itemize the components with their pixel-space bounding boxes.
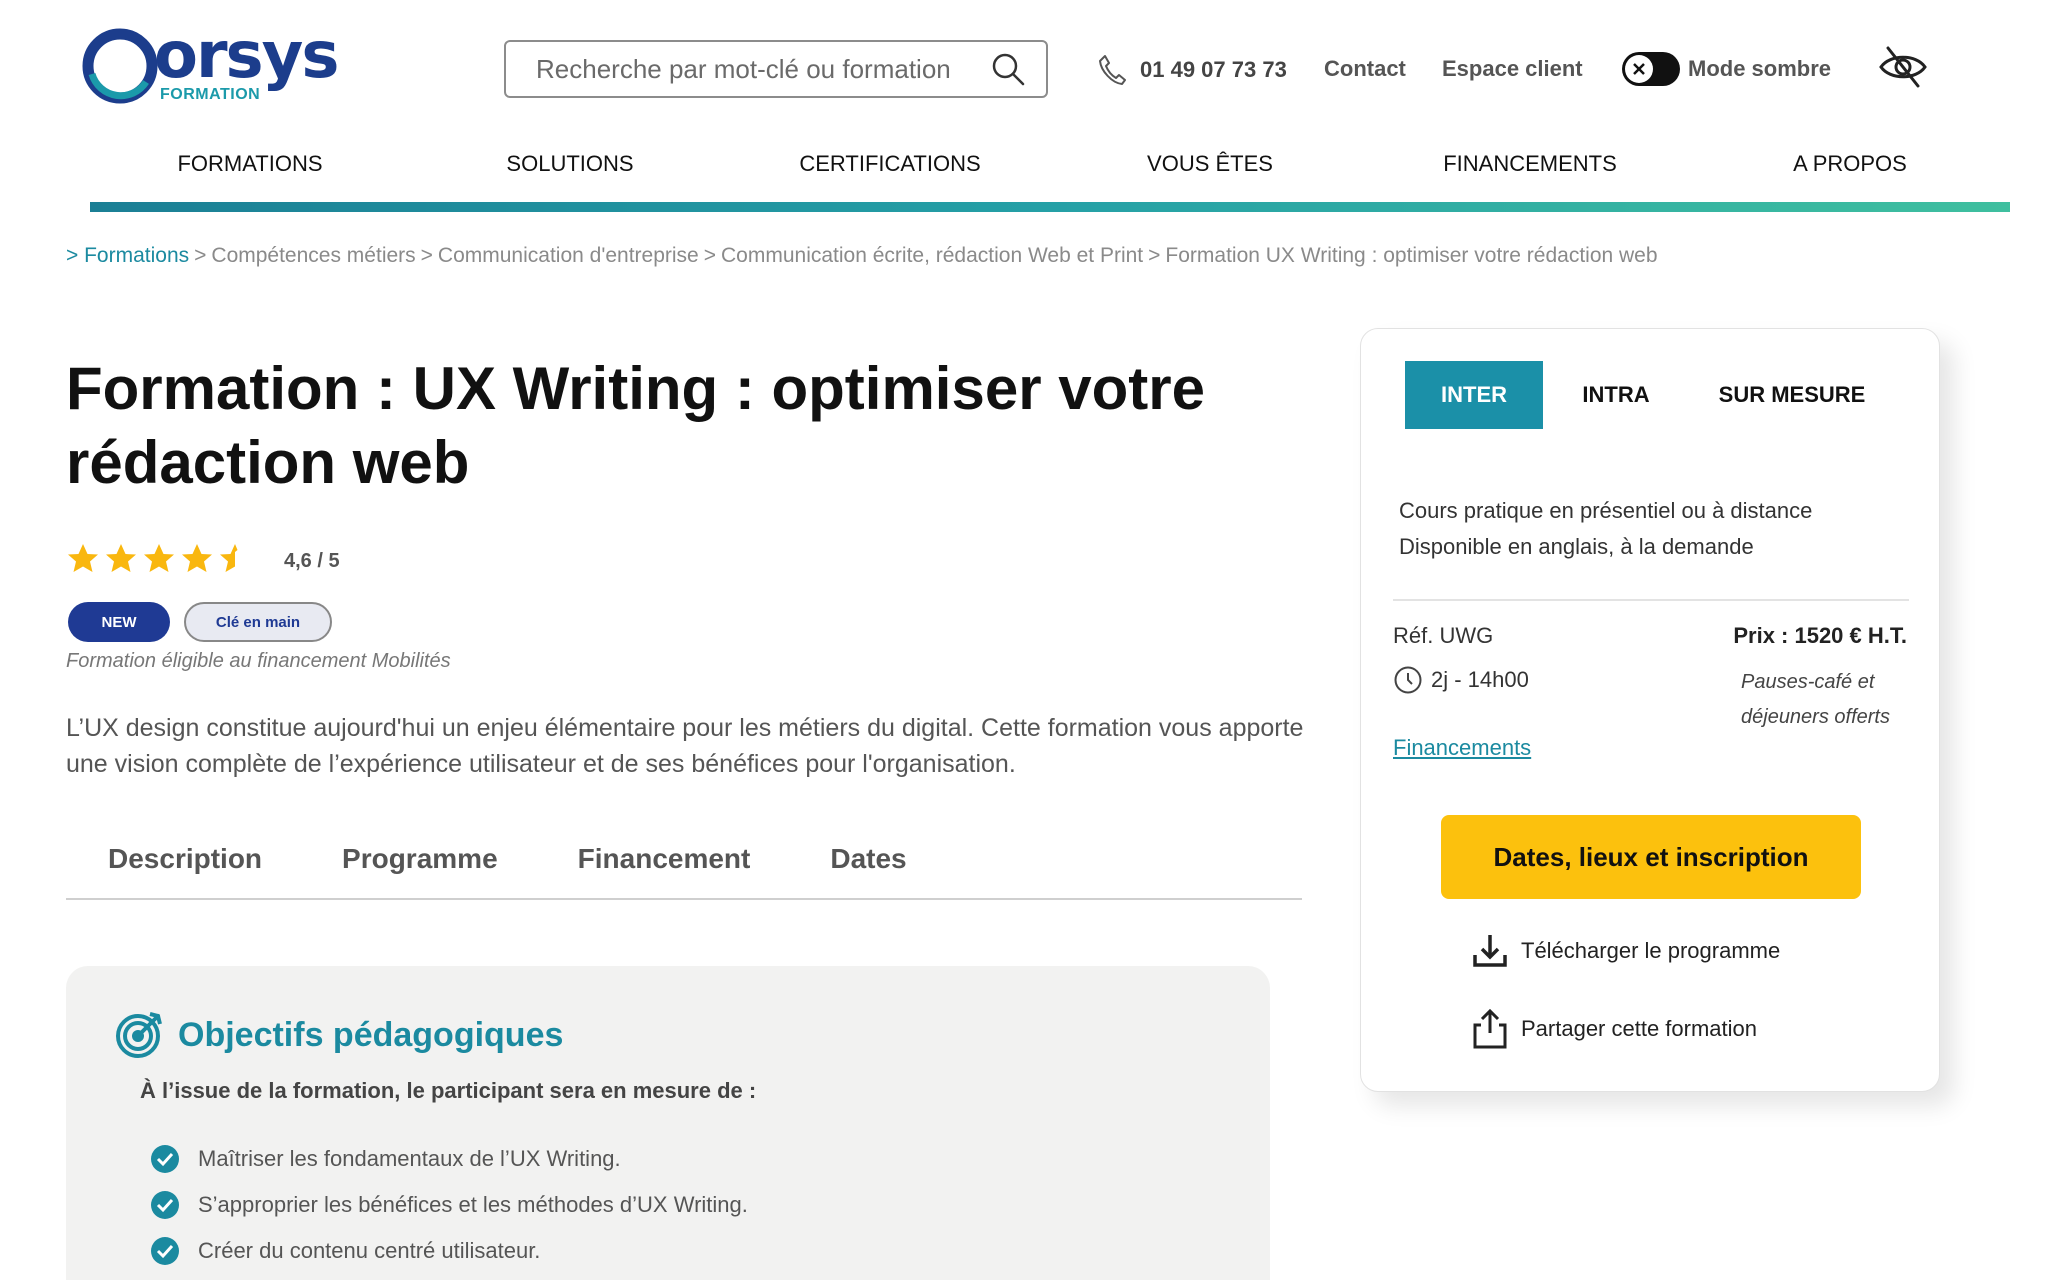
format-line-1: Cours pratique en présentiel ou à distan…: [1399, 498, 1813, 523]
nav-a-propos[interactable]: A PROPOS: [1690, 146, 2010, 196]
new-badge: NEW: [68, 602, 170, 642]
star-full-icon: [144, 544, 174, 572]
objective-text: S’approprier les bénéfices et les méthod…: [198, 1192, 748, 1217]
tab-financement[interactable]: Financement: [578, 836, 751, 898]
search-icon[interactable]: [990, 51, 1026, 87]
breadcrumb-competences[interactable]: Compétences métiers: [211, 244, 415, 267]
tab-programme[interactable]: Programme: [342, 836, 498, 898]
booking-card: INTER INTRA SUR MESURE Cours pratique en…: [1360, 328, 1940, 1092]
course-format-text: Cours pratique en présentiel ou à distan…: [1399, 493, 1812, 565]
share-icon: [1473, 1008, 1507, 1049]
intro-text: L’UX design constitue aujourd'hui un enj…: [66, 714, 1304, 778]
breadcrumb-communication-ecrite[interactable]: Communication écrite, rédaction Web et P…: [721, 244, 1143, 267]
toggle-switch[interactable]: [1622, 52, 1680, 86]
tab-dates[interactable]: Dates: [830, 836, 906, 898]
check-circle-icon: [151, 1237, 179, 1265]
clock-icon: [1394, 666, 1422, 694]
objectives-title: Objectifs pédagogiques: [178, 1015, 564, 1054]
divider: [1393, 599, 1909, 601]
tab-intra[interactable]: INTRA: [1543, 361, 1689, 429]
download-icon: [1473, 935, 1507, 967]
objective-text: Maîtriser les fondamentaux de l’UX Writi…: [198, 1146, 621, 1171]
course-price: Prix : 1520 € H.T.: [1733, 623, 1907, 648]
star-full-icon: [106, 544, 136, 572]
dates-registration-button[interactable]: Dates, lieux et inscription: [1441, 815, 1861, 899]
nav-financements[interactable]: FINANCEMENTS: [1370, 146, 1690, 196]
breadcrumb-communication[interactable]: Communication d'entreprise: [438, 244, 699, 267]
format-tabs: INTER INTRA SUR MESURE: [1405, 361, 1895, 429]
search-input[interactable]: [536, 53, 990, 85]
star-half-icon: [220, 544, 238, 572]
nav-solutions[interactable]: SOLUTIONS: [410, 146, 730, 196]
duration-text: 2j - 14h00: [1431, 667, 1529, 692]
download-program-link[interactable]: Télécharger le programme: [1471, 929, 1780, 973]
turnkey-badge: Clé en main: [184, 602, 332, 642]
orsys-swirl-icon: [82, 28, 158, 104]
nav-vous-etes[interactable]: VOUS ÊTES: [1050, 146, 1370, 196]
breadcrumb-current: Formation UX Writing : optimiser votre r…: [1165, 244, 1658, 267]
tab-inter[interactable]: INTER: [1405, 361, 1543, 429]
objectives-list: Maîtriser les fondamentaux de l’UX Writi…: [150, 1136, 748, 1274]
phone-icon: [1099, 55, 1126, 85]
phone-link[interactable]: 01 49 07 73 73: [1098, 54, 1287, 86]
check-circle-icon: [151, 1191, 179, 1219]
check-circle-icon: [151, 1145, 179, 1173]
objective-text: Créer du contenu centré utilisateur.: [198, 1238, 541, 1263]
objectives-panel: Objectifs pédagogiques À l’issue de la f…: [66, 966, 1270, 1280]
course-duration: 2j - 14h00: [1393, 665, 1529, 695]
objectives-header: Objectifs pédagogiques: [114, 1010, 563, 1060]
content-tabs: Description Programme Financement Dates: [66, 836, 1302, 900]
contact-link[interactable]: Contact: [1324, 56, 1406, 82]
catering-note: Pauses-café et déjeuners offerts: [1741, 671, 1890, 728]
main-nav: FORMATIONS SOLUTIONS CERTIFICATIONS VOUS…: [90, 146, 2010, 196]
orsys-logo[interactable]: orsys FORMATION: [80, 19, 360, 106]
list-item: S’approprier les bénéfices et les méthod…: [150, 1182, 748, 1228]
list-item: Maîtriser les fondamentaux de l’UX Writi…: [150, 1136, 748, 1182]
nav-certifications[interactable]: CERTIFICATIONS: [730, 146, 1050, 196]
logo-wordmark: orsys: [154, 19, 339, 93]
dark-mode-toggle[interactable]: Mode sombre: [1622, 52, 1831, 86]
logo-subtitle: FORMATION: [160, 86, 261, 103]
star-full-icon: [68, 544, 98, 572]
phone-number: 01 49 07 73 73: [1140, 57, 1287, 82]
nav-gradient-bar: [90, 202, 2010, 212]
toggle-knob: [1625, 55, 1653, 83]
share-course-link[interactable]: Partager cette formation: [1471, 1007, 1757, 1051]
financements-link[interactable]: Financements: [1393, 735, 1531, 761]
dark-mode-label: Mode sombre: [1688, 56, 1832, 81]
list-item: Créer du contenu centré utilisateur.: [150, 1228, 748, 1274]
rating-stars: [66, 542, 252, 576]
objectives-subtitle: À l’issue de la formation, le participan…: [140, 1078, 757, 1103]
share-label: Partager cette formation: [1521, 1016, 1758, 1041]
course-reference: Réf. UWG: [1393, 623, 1494, 648]
accessibility-eye-slash-icon[interactable]: [1878, 44, 1928, 90]
tab-description[interactable]: Description: [108, 836, 262, 898]
breadcrumb: > Formations > Compétences métiers > Communi…: [66, 244, 1658, 267]
breadcrumb-formations[interactable]: Formations: [84, 244, 189, 267]
eligibility-note: Formation éligible au financement Mobili…: [66, 650, 451, 672]
format-line-2: Disponible en anglais, à la demande: [1399, 534, 1754, 559]
client-space-link[interactable]: Espace client: [1442, 56, 1583, 82]
page-title: Formation : UX Writing : optimiser votre…: [66, 355, 1205, 496]
download-label: Télécharger le programme: [1521, 938, 1781, 963]
nav-formations[interactable]: FORMATIONS: [90, 146, 410, 196]
rating-value: 4,6 / 5: [284, 550, 340, 572]
close-icon: [1633, 63, 1645, 75]
target-icon: [116, 1012, 162, 1058]
search-box: [504, 40, 1048, 98]
tab-sur-mesure[interactable]: SUR MESURE: [1689, 361, 1895, 429]
star-full-icon: [182, 544, 212, 572]
